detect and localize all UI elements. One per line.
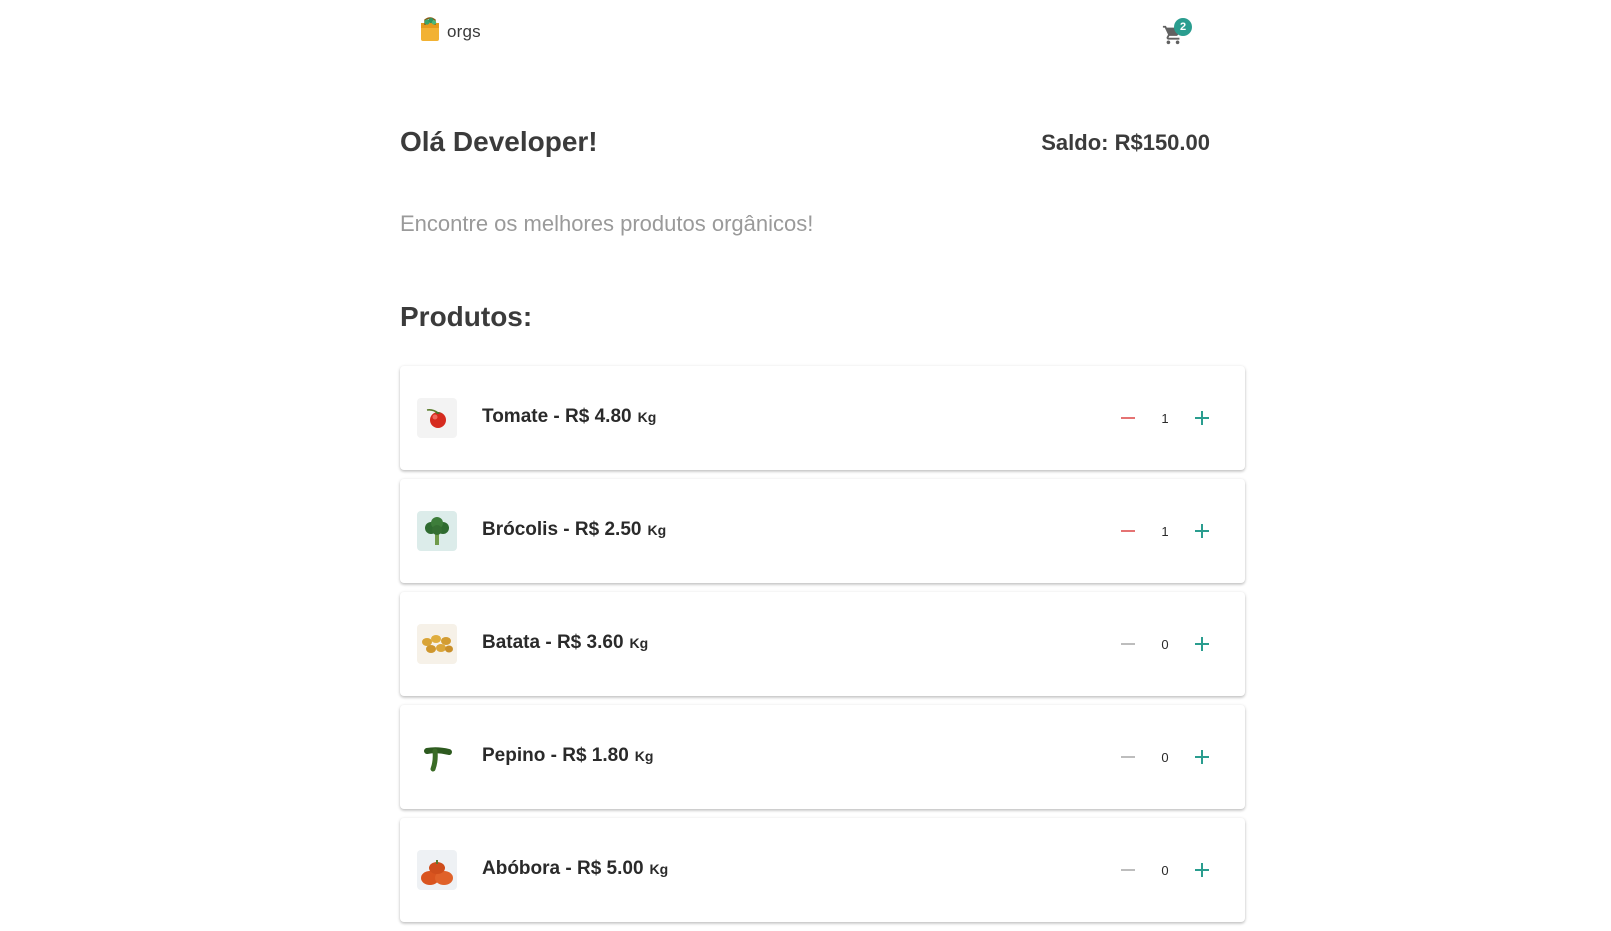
product-list: Tomate - R$ 4.80 Kg 1 Brócolis - R$ 2.50… bbox=[400, 366, 1245, 931]
shopping-bag-icon bbox=[418, 16, 442, 47]
subtitle: Encontre os melhores produtos orgânicos! bbox=[400, 211, 814, 236]
pumpkin-icon bbox=[417, 850, 457, 890]
top-bar: orgs 2 bbox=[0, 0, 1611, 64]
broccoli-icon bbox=[417, 511, 457, 551]
product-card: Pepino - R$ 1.80 Kg 0 bbox=[400, 705, 1245, 809]
product-name: Batata - R$ 3.60 Kg bbox=[482, 632, 649, 653]
increment-button[interactable] bbox=[1184, 626, 1220, 662]
product-card: Batata - R$ 3.60 Kg 0 bbox=[400, 592, 1245, 696]
quantity-value: 0 bbox=[1161, 636, 1169, 652]
product-card: Abóbora - R$ 5.00 Kg 0 bbox=[400, 818, 1245, 922]
decrement-button[interactable] bbox=[1110, 513, 1146, 549]
cart-count-badge: 2 bbox=[1174, 18, 1192, 36]
greeting-title: Olá Developer! bbox=[400, 126, 598, 157]
product-name: Tomate - R$ 4.80 Kg bbox=[482, 406, 657, 427]
quantity-value: 1 bbox=[1161, 410, 1169, 426]
logo[interactable]: orgs bbox=[418, 16, 481, 47]
increment-button[interactable] bbox=[1184, 400, 1220, 436]
quantity-stepper: 1 bbox=[1110, 400, 1220, 436]
decrement-button[interactable] bbox=[1110, 626, 1146, 662]
increment-button[interactable] bbox=[1184, 852, 1220, 888]
logo-text: orgs bbox=[447, 21, 481, 41]
quantity-value: 0 bbox=[1161, 749, 1169, 765]
product-name: Pepino - R$ 1.80 Kg bbox=[482, 745, 654, 766]
quantity-stepper: 0 bbox=[1110, 852, 1220, 888]
decrement-button[interactable] bbox=[1110, 852, 1146, 888]
product-card: Brócolis - R$ 2.50 Kg 1 bbox=[400, 479, 1245, 583]
decrement-button[interactable] bbox=[1110, 739, 1146, 775]
increment-button[interactable] bbox=[1184, 739, 1220, 775]
tomato-icon bbox=[417, 398, 457, 438]
product-card: Tomate - R$ 4.80 Kg 1 bbox=[400, 366, 1245, 470]
product-name: Brócolis - R$ 2.50 Kg bbox=[482, 519, 667, 540]
potato-icon bbox=[417, 624, 457, 664]
increment-button[interactable] bbox=[1184, 513, 1220, 549]
cucumber-icon bbox=[417, 737, 457, 777]
quantity-stepper: 1 bbox=[1110, 513, 1220, 549]
product-name: Abóbora - R$ 5.00 Kg bbox=[482, 858, 669, 879]
decrement-button[interactable] bbox=[1110, 400, 1146, 436]
balance-label: Saldo: R$150.00 bbox=[1041, 130, 1210, 155]
products-heading: Produtos: bbox=[400, 301, 533, 332]
quantity-value: 1 bbox=[1161, 523, 1169, 539]
quantity-stepper: 0 bbox=[1110, 739, 1220, 775]
quantity-stepper: 0 bbox=[1110, 626, 1220, 662]
quantity-value: 0 bbox=[1161, 862, 1169, 878]
